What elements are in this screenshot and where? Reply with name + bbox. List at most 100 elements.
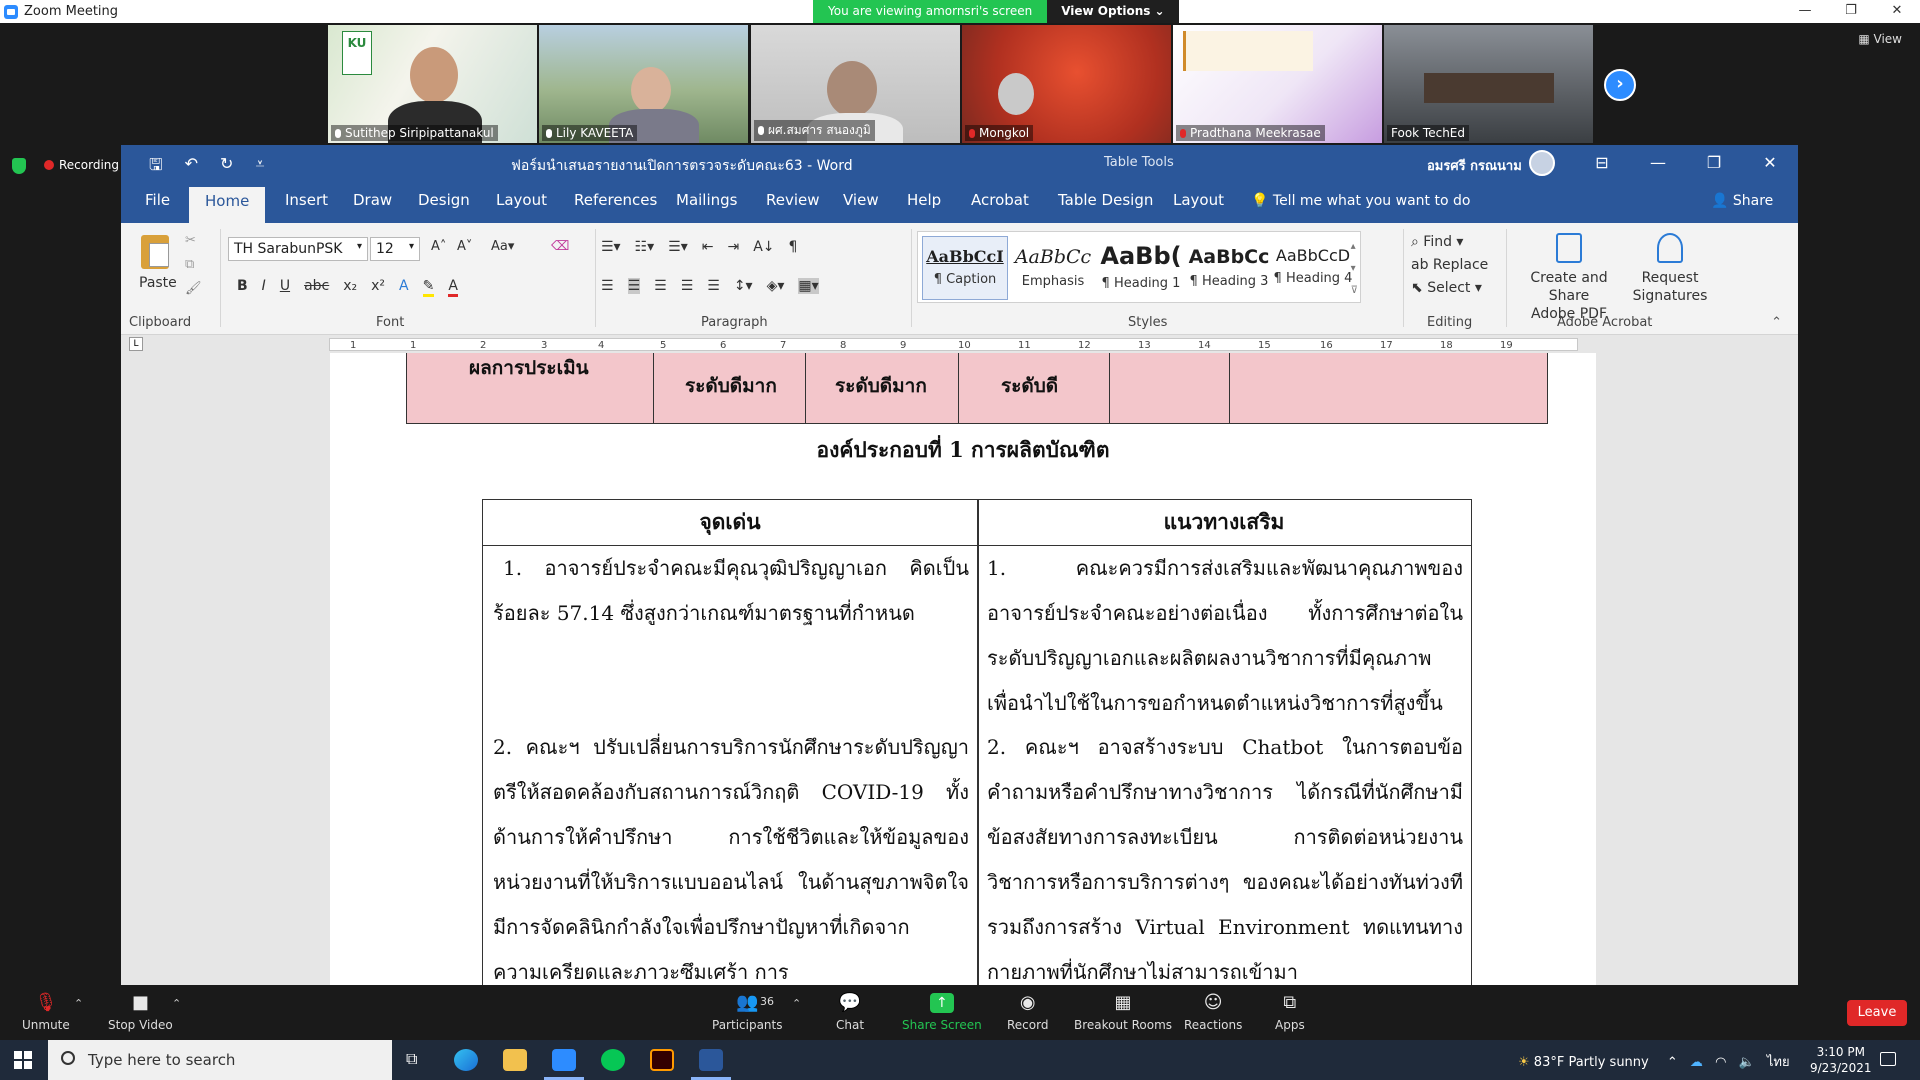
user-avatar-icon[interactable]: [1529, 150, 1555, 176]
clear-formatting-icon[interactable]: ⌫: [551, 239, 569, 254]
underline-icon[interactable]: U: [280, 278, 290, 297]
save-icon[interactable]: 🖫: [149, 154, 163, 181]
document-page[interactable]: ผลการประเมิน ระดับดีมาก ระดับดีมาก ระดับ…: [330, 353, 1596, 985]
record-button[interactable]: ◉ Record: [1007, 993, 1048, 1033]
leave-button[interactable]: Leave: [1847, 1000, 1907, 1026]
style-heading-1[interactable]: AaBb( ¶ Heading 1: [1098, 236, 1184, 300]
tab-home[interactable]: Home: [189, 187, 266, 223]
distributed-icon[interactable]: ☰: [707, 278, 720, 294]
style-heading-3[interactable]: AaBbCc ¶ Heading 3: [1186, 236, 1272, 300]
align-right-icon[interactable]: ☰: [654, 278, 667, 294]
style-emphasis[interactable]: AaBbCc Emphasis: [1010, 236, 1096, 300]
participant-tile[interactable]: ผศ.สมศาร สนองภูมิ: [751, 25, 960, 143]
notifications-icon[interactable]: [1880, 1052, 1896, 1066]
ribbon-display-icon[interactable]: ⊟: [1574, 145, 1630, 181]
tab-mailings[interactable]: Mailings: [676, 191, 737, 209]
file-explorer-icon[interactable]: [503, 1049, 527, 1071]
document-area[interactable]: ผลการประเมิน ระดับดีมาก ระดับดีมาก ระดับ…: [121, 353, 1798, 985]
tray-chevron-icon[interactable]: ⌃: [1667, 1055, 1678, 1070]
bold-icon[interactable]: B: [237, 278, 248, 297]
show-marks-icon[interactable]: ¶: [789, 239, 798, 255]
shrink-font-icon[interactable]: A˅: [457, 239, 472, 254]
undo-icon[interactable]: ↶: [185, 154, 198, 181]
line-spacing-icon[interactable]: ↕▾: [734, 278, 753, 294]
find-button[interactable]: ⌕ Find ▾: [1411, 231, 1488, 254]
reactions-button[interactable]: ☺ Reactions: [1184, 993, 1242, 1033]
restore-icon[interactable]: ❐: [1828, 0, 1874, 23]
align-center-icon[interactable]: ☰: [627, 278, 641, 294]
styles-scroll-icon[interactable]: ▴ ▾ ⊽: [1351, 236, 1358, 302]
superscript-icon[interactable]: x²: [371, 278, 385, 297]
participant-tile[interactable]: KU Sutithep Siripipattanakul: [328, 25, 537, 143]
collapse-ribbon-icon[interactable]: ⌃: [1771, 315, 1782, 330]
tab-layout[interactable]: Layout: [496, 191, 547, 209]
stop-video-button[interactable]: ■ Stop Video: [108, 993, 173, 1033]
next-page-button[interactable]: ›: [1604, 69, 1636, 101]
font-color-icon[interactable]: A: [448, 278, 458, 297]
align-left-icon[interactable]: ☰: [601, 278, 614, 294]
participant-tile[interactable]: Pradthana Meekrasae: [1173, 25, 1382, 143]
share-screen-button[interactable]: ↑ Share Screen: [902, 993, 982, 1032]
font-size-dropdown[interactable]: 12 ▾: [370, 237, 420, 261]
word-app-icon[interactable]: [699, 1049, 723, 1071]
windows-start-icon[interactable]: [14, 1051, 32, 1069]
create-share-pdf-button[interactable]: Create and Share Adobe PDF: [1513, 233, 1625, 323]
change-case-icon[interactable]: Aa▾: [491, 239, 514, 254]
request-signatures-button[interactable]: Request Signatures: [1631, 233, 1709, 305]
video-options-chevron-icon[interactable]: ⌃: [172, 997, 181, 1010]
apps-button[interactable]: ⧉ Apps: [1275, 993, 1305, 1033]
view-options-button[interactable]: View Options ⌄: [1047, 0, 1179, 23]
decrease-indent-icon[interactable]: ⇤: [702, 239, 714, 255]
style-heading-4[interactable]: AaBbCcD ¶ Heading 4: [1270, 236, 1356, 300]
recording-indicator[interactable]: Recording: [44, 158, 119, 172]
taskbar-search-input[interactable]: Type here to search: [48, 1040, 392, 1080]
tab-insert[interactable]: Insert: [285, 191, 328, 209]
sort-icon[interactable]: A↓: [753, 239, 774, 255]
unmute-button[interactable]: 🎙 Unmute: [22, 993, 70, 1033]
tab-acrobat[interactable]: Acrobat: [971, 191, 1029, 209]
select-button[interactable]: ⬉ Select ▾: [1411, 277, 1488, 300]
increase-indent-icon[interactable]: ⇥: [727, 239, 739, 255]
participants-options-chevron-icon[interactable]: ⌃: [792, 997, 801, 1010]
multilevel-list-icon[interactable]: ☰▾: [668, 239, 688, 255]
redo-icon[interactable]: ↻: [220, 154, 233, 181]
zoom-app-icon[interactable]: [552, 1049, 576, 1071]
format-painter-icon[interactable]: 🖌: [185, 281, 202, 296]
tab-table-design[interactable]: Table Design: [1058, 191, 1153, 209]
participant-tile[interactable]: Mongkol: [962, 25, 1171, 143]
shading-icon[interactable]: ◈▾: [767, 278, 785, 294]
tab-selector-icon[interactable]: L: [129, 337, 143, 351]
paste-button[interactable]: Paste: [139, 275, 177, 291]
tab-draw[interactable]: Draw: [353, 191, 392, 209]
subscript-icon[interactable]: x₂: [343, 278, 357, 297]
text-effects-icon[interactable]: A: [399, 278, 409, 297]
customize-qat-icon[interactable]: ⩡: [255, 154, 264, 181]
numbering-icon[interactable]: ☷▾: [635, 239, 655, 255]
audio-options-chevron-icon[interactable]: ⌃: [74, 997, 83, 1010]
weather-text[interactable]: 83°F Partly sunny: [1534, 1055, 1649, 1070]
security-shield-icon[interactable]: [12, 158, 26, 174]
task-view-icon[interactable]: ⧉: [406, 1049, 417, 1069]
line-app-icon[interactable]: [601, 1049, 625, 1071]
bullets-icon[interactable]: ☰▾: [601, 239, 621, 255]
grow-font-icon[interactable]: A˄: [431, 239, 446, 254]
style-caption[interactable]: AaBbCcI ¶ Caption: [922, 236, 1008, 300]
close-icon[interactable]: ✕: [1874, 0, 1920, 23]
ruler-track[interactable]: 1 1 2 3 4 5 6 7 8 9 10 11 12 13 14 15 16…: [329, 338, 1578, 351]
tab-design[interactable]: Design: [418, 191, 470, 209]
tab-table-layout[interactable]: Layout: [1173, 191, 1224, 209]
tab-help[interactable]: Help: [907, 191, 941, 209]
horizontal-ruler[interactable]: L 1 1 2 3 4 5 6 7 8 9 10 11 12 13 14 15 …: [121, 335, 1798, 353]
paste-icon[interactable]: [141, 235, 169, 269]
restore-icon[interactable]: ❐: [1686, 145, 1742, 181]
cut-icon[interactable]: ✂: [185, 233, 196, 248]
borders-icon[interactable]: ▦▾: [798, 278, 819, 294]
replace-button[interactable]: ab Replace: [1411, 254, 1488, 277]
tell-me-search[interactable]: 💡 Tell me what you want to do: [1251, 193, 1470, 209]
copy-icon[interactable]: ⧉: [185, 257, 194, 272]
tab-review[interactable]: Review: [766, 191, 820, 209]
justify-icon[interactable]: ☰: [681, 278, 694, 294]
strikethrough-icon[interactable]: abc: [304, 278, 329, 297]
close-icon[interactable]: ✕: [1742, 145, 1798, 181]
tab-view[interactable]: View: [843, 191, 879, 209]
